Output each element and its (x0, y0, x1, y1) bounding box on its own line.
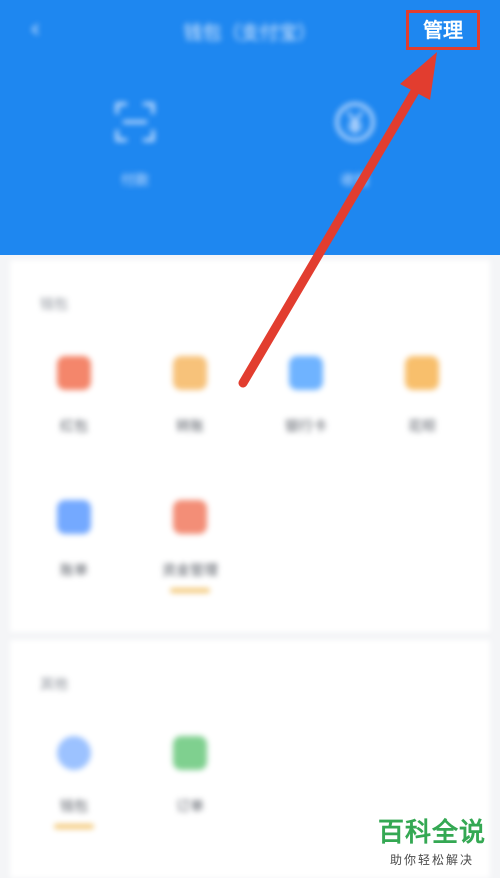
page-title: 钱包（支付宝） (183, 22, 317, 44)
transfer-icon (173, 356, 207, 390)
section-title: 其他 (40, 677, 68, 693)
app-label: 账单 (60, 563, 88, 579)
app-wallet[interactable]: 钱包 (31, 736, 117, 829)
manage-button-label: 管理 (423, 18, 463, 42)
app-label: 花呗 (408, 419, 436, 435)
quick-action-receive[interactable]: 收钱 (310, 100, 400, 190)
wallet-icon (57, 736, 91, 770)
quick-action-label: 收钱 (341, 173, 369, 189)
app-label: 订单 (176, 799, 204, 815)
header: ‹ 钱包（支付宝） 付款 收钱 管理 (0, 0, 500, 255)
app-label: 银行卡 (285, 419, 327, 435)
app-huabei[interactable]: 花呗 (379, 356, 465, 436)
app-bill[interactable]: 账单 (31, 500, 117, 580)
yen-icon (335, 102, 375, 142)
quick-action-pay[interactable]: 付款 (90, 100, 180, 190)
app-label: 转账 (176, 419, 204, 435)
orders-icon (173, 736, 207, 770)
app-transfer[interactable]: 转账 (147, 356, 233, 436)
app-fund-management[interactable]: 资金管理 (147, 500, 233, 593)
scan-icon (115, 102, 155, 142)
promo-bar (54, 824, 94, 829)
wallet-section: 钱包 红包 转账 银行卡 花呗 账单 资金管理 (10, 260, 490, 632)
app-label: 红包 (60, 419, 88, 435)
manage-button[interactable]: 管理 (406, 10, 480, 50)
bank-card-icon (289, 356, 323, 390)
back-arrow-icon[interactable]: ‹ (30, 16, 56, 42)
app-orders[interactable]: 订单 (147, 736, 233, 816)
app-label: 钱包 (60, 799, 88, 815)
app-label: 资金管理 (162, 563, 218, 579)
watermark-sub-text: 助你轻松解决 (389, 853, 474, 867)
huabei-icon (405, 356, 439, 390)
app-bank-card[interactable]: 银行卡 (263, 356, 349, 436)
bill-icon (57, 500, 91, 534)
promo-bar (170, 588, 210, 593)
watermark-main-text: 百科全说 (377, 818, 486, 848)
watermark: 百科全说 助你轻松解决 (378, 812, 486, 868)
quick-action-label: 付款 (121, 173, 149, 189)
red-packet-icon (57, 356, 91, 390)
section-title: 钱包 (40, 297, 68, 313)
app-red-packet[interactable]: 红包 (31, 356, 117, 436)
fund-management-icon (173, 500, 207, 534)
